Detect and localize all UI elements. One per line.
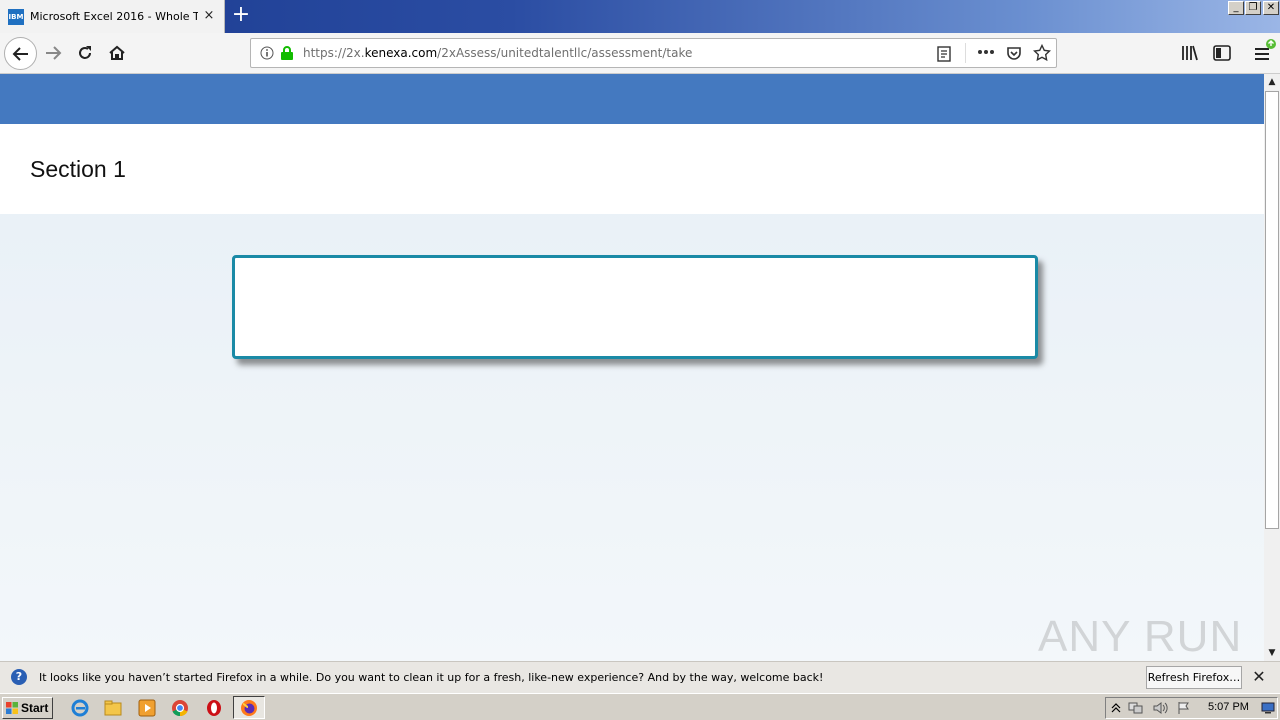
home-button[interactable] xyxy=(102,38,132,68)
section-header: Section 1 xyxy=(0,124,1264,214)
lock-icon[interactable] xyxy=(280,45,294,61)
page-content: Section 1 xyxy=(0,74,1264,661)
opera-icon[interactable] xyxy=(205,699,223,717)
reload-button[interactable] xyxy=(70,38,100,68)
anyrun-watermark: ANY RUN xyxy=(1038,612,1243,661)
page-actions-icon[interactable] xyxy=(977,49,995,55)
library-icon[interactable] xyxy=(1181,45,1199,61)
windows-taskbar: Start 5:07 PM xyxy=(0,693,1280,720)
restore-button[interactable]: ❐ xyxy=(1245,1,1261,15)
url-bar[interactable]: https://2x.kenexa.com/2xAssess/unitedtal… xyxy=(250,38,1057,68)
pocket-icon[interactable] xyxy=(1006,45,1022,61)
action-center-flag-icon[interactable] xyxy=(1176,701,1192,715)
menu-icon[interactable] xyxy=(1253,38,1277,62)
back-icon xyxy=(12,46,28,61)
new-tab-button[interactable]: + xyxy=(229,4,253,28)
help-icon: ? xyxy=(11,669,27,685)
notification-close-button[interactable]: ✕ xyxy=(1250,668,1268,686)
notification-bar: ? It looks like you haven’t started Fire… xyxy=(0,661,1280,693)
show-desktop-icon[interactable] xyxy=(1261,702,1275,714)
navigation-toolbar: https://2x.kenexa.com/2xAssess/unitedtal… xyxy=(0,33,1280,74)
network-icon[interactable] xyxy=(1128,701,1144,715)
scroll-thumb[interactable] xyxy=(1265,91,1279,529)
ibm-favicon-icon: IBM xyxy=(8,8,24,25)
system-tray xyxy=(1105,697,1278,719)
media-player-icon[interactable] xyxy=(138,699,156,717)
back-button[interactable] xyxy=(4,37,37,70)
url-domain: kenexa.com xyxy=(364,46,438,60)
header-banner xyxy=(0,74,1264,124)
url-bar-divider xyxy=(965,43,966,63)
forward-button[interactable] xyxy=(38,38,68,68)
reader-view-icon[interactable] xyxy=(937,46,951,62)
firefox-icon xyxy=(241,700,257,716)
bookmark-star-icon[interactable] xyxy=(1033,44,1051,62)
sidebar-icon[interactable] xyxy=(1213,45,1231,61)
section-title: Section 1 xyxy=(30,156,126,182)
windows-flag-icon xyxy=(6,702,18,714)
info-icon[interactable] xyxy=(260,46,274,60)
scroll-down-button[interactable]: ▼ xyxy=(1264,645,1280,661)
title-bar: IBM Microsoft Excel 2016 - Whole Test × … xyxy=(0,0,1280,33)
question-box xyxy=(232,255,1038,359)
notification-message: It looks like you haven’t started Firefo… xyxy=(39,671,824,684)
chrome-icon[interactable] xyxy=(171,699,189,717)
refresh-firefox-button[interactable]: Refresh Firefox… xyxy=(1146,666,1242,689)
url-path: /2xAssess/unitedtalentllc/assessment/tak… xyxy=(437,46,693,60)
home-icon xyxy=(109,45,125,60)
url-text[interactable]: https://2x.kenexa.com/2xAssess/unitedtal… xyxy=(303,46,692,60)
tab-close-button[interactable]: × xyxy=(202,9,216,23)
taskbar-firefox-active[interactable] xyxy=(233,696,265,719)
vertical-scrollbar[interactable]: ▲ ▼ xyxy=(1264,74,1280,661)
reload-icon xyxy=(79,46,91,59)
scroll-up-button[interactable]: ▲ xyxy=(1264,74,1280,90)
internet-explorer-icon[interactable] xyxy=(71,699,89,717)
volume-icon[interactable] xyxy=(1152,701,1168,715)
minimize-button[interactable]: _ xyxy=(1228,1,1244,15)
browser-tab[interactable]: IBM Microsoft Excel 2016 - Whole Test × xyxy=(0,0,225,33)
close-window-button[interactable]: ✕ xyxy=(1263,1,1279,15)
file-explorer-icon[interactable] xyxy=(104,699,122,717)
forward-icon xyxy=(46,46,62,60)
taskbar-clock[interactable]: 5:07 PM xyxy=(1208,701,1249,713)
start-button[interactable]: Start xyxy=(2,697,53,719)
url-prefix: https://2x. xyxy=(303,46,365,60)
show-hidden-icons-icon[interactable] xyxy=(1111,702,1121,714)
start-label: Start xyxy=(21,701,49,715)
tab-title: Microsoft Excel 2016 - Whole Test xyxy=(30,10,198,23)
